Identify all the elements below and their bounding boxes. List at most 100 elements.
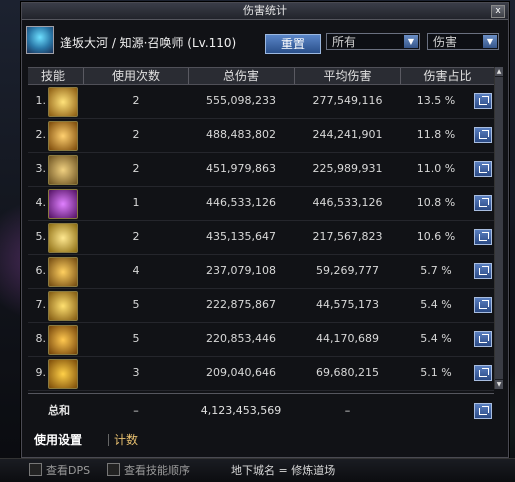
filter-select[interactable]: 所有 ▼ bbox=[326, 33, 420, 50]
close-button[interactable]: x bbox=[491, 5, 505, 18]
tab-usage-settings[interactable]: 使用设置 bbox=[34, 430, 94, 450]
cell-total: 488,483,802 bbox=[206, 128, 276, 141]
total-uses: – bbox=[133, 404, 139, 417]
dungeon-name: 地下城名 = 修炼道场 bbox=[231, 464, 336, 477]
cell-avg: 44,575,173 bbox=[316, 298, 379, 311]
cell-total: 220,853,446 bbox=[206, 332, 276, 345]
bottom-bar: 查看DPS 查看技能顺序 地下城名 = 修炼道场 bbox=[0, 458, 515, 482]
scroll-down-icon[interactable]: ▼ bbox=[495, 380, 503, 389]
cell-uses: 2 bbox=[132, 162, 140, 175]
window-titlebar[interactable]: 伤害统计 x bbox=[22, 3, 508, 20]
export-icon[interactable] bbox=[474, 263, 492, 279]
row-index: 2. bbox=[35, 128, 47, 141]
cell-total: 222,875,867 bbox=[206, 298, 276, 311]
show-dps-checkbox[interactable] bbox=[29, 463, 42, 476]
filter-select-value: 所有 bbox=[332, 35, 357, 49]
skill-icon bbox=[48, 257, 78, 287]
row-index: 5. bbox=[35, 230, 47, 243]
table-row[interactable]: 3. 2 451,979,863 225,989,931 11.0 % bbox=[28, 152, 494, 187]
cell-avg: 59,269,777 bbox=[316, 264, 379, 277]
chevron-down-icon: ▼ bbox=[404, 35, 418, 48]
tab-divider bbox=[108, 434, 109, 446]
show-order-checkbox[interactable] bbox=[107, 463, 120, 476]
skill-icon bbox=[48, 189, 78, 219]
table-row[interactable]: 1. 2 555,098,233 277,549,116 13.5 % bbox=[28, 84, 494, 119]
skill-rows: 1. 2 555,098,233 277,549,116 13.5 % 2. 2… bbox=[28, 84, 494, 391]
metric-select[interactable]: 伤害 ▼ bbox=[427, 33, 499, 50]
cell-pct: 10.6 % bbox=[416, 230, 456, 243]
total-avg: – bbox=[344, 404, 351, 417]
total-label: 总和 bbox=[48, 404, 70, 417]
cell-total: 435,135,647 bbox=[206, 230, 276, 243]
cell-total: 237,079,108 bbox=[206, 264, 276, 277]
cell-pct: 5.4 % bbox=[420, 298, 452, 311]
cell-total: 209,040,646 bbox=[206, 366, 276, 379]
cell-pct: 5.4 % bbox=[420, 332, 452, 345]
cell-total: 446,533,126 bbox=[206, 196, 276, 209]
total-row: 总和 – 4,123,453,569 – bbox=[28, 393, 494, 428]
chevron-down-icon: ▼ bbox=[483, 35, 497, 48]
cell-avg: 44,170,689 bbox=[316, 332, 379, 345]
cell-total: 555,098,233 bbox=[206, 94, 276, 107]
row-index: 7. bbox=[35, 298, 47, 311]
reset-button[interactable]: 重置 bbox=[265, 34, 321, 54]
cell-avg: 277,549,116 bbox=[312, 94, 383, 107]
export-icon[interactable] bbox=[474, 331, 492, 347]
export-icon[interactable] bbox=[474, 195, 492, 211]
scroll-up-icon[interactable]: ▲ bbox=[495, 67, 503, 76]
row-index: 4. bbox=[35, 196, 47, 209]
skill-icon bbox=[48, 325, 78, 355]
header-uses: 使用次数 bbox=[111, 69, 160, 83]
cell-uses: 2 bbox=[132, 94, 140, 107]
header-skill: 技能 bbox=[40, 69, 65, 83]
row-index: 6. bbox=[35, 264, 47, 277]
skill-icon bbox=[48, 359, 78, 389]
table-row[interactable]: 4. 1 446,533,126 446,533,126 10.8 % bbox=[28, 186, 494, 221]
row-index: 3. bbox=[35, 162, 47, 175]
scroll-thumb[interactable] bbox=[495, 77, 503, 379]
table-header: 技能 使用次数 总伤害 平均伤害 伤害占比 bbox=[28, 67, 494, 85]
cell-pct: 11.0 % bbox=[416, 162, 456, 175]
export-icon[interactable] bbox=[474, 93, 492, 109]
header-avg: 平均伤害 bbox=[323, 69, 372, 83]
skill-icon bbox=[48, 87, 78, 117]
table-row[interactable]: 8. 5 220,853,446 44,170,689 5.4 % bbox=[28, 322, 494, 357]
export-icon[interactable] bbox=[474, 127, 492, 143]
tab-bar: 使用设置 计数 bbox=[28, 428, 494, 450]
row-index: 1. bbox=[35, 94, 47, 107]
table-row[interactable]: 7. 5 222,875,867 44,575,173 5.4 % bbox=[28, 288, 494, 323]
table-row[interactable]: 5. 2 435,135,647 217,567,823 10.6 % bbox=[28, 220, 494, 255]
export-icon[interactable] bbox=[474, 229, 492, 245]
cell-uses: 1 bbox=[132, 196, 140, 209]
show-order-label: 查看技能顺序 bbox=[124, 464, 190, 477]
cell-avg: 446,533,126 bbox=[312, 196, 383, 209]
cell-pct: 5.7 % bbox=[420, 264, 452, 277]
export-icon[interactable] bbox=[474, 403, 492, 419]
cell-uses: 2 bbox=[132, 128, 140, 141]
export-icon[interactable] bbox=[474, 297, 492, 313]
table-row[interactable]: 9. 3 209,040,646 69,680,215 5.1 % bbox=[28, 356, 494, 391]
export-icon[interactable] bbox=[474, 161, 492, 177]
scrollbar[interactable]: ▲ ▼ bbox=[494, 67, 503, 389]
cell-pct: 11.8 % bbox=[416, 128, 456, 141]
tab-count[interactable]: 计数 bbox=[114, 430, 154, 450]
metric-select-value: 伤害 bbox=[433, 35, 458, 49]
avatar bbox=[26, 26, 54, 54]
header-total: 总伤害 bbox=[222, 69, 259, 83]
show-dps-label: 查看DPS bbox=[46, 464, 91, 477]
skill-icon bbox=[48, 291, 78, 321]
total-damage: 4,123,453,569 bbox=[200, 404, 282, 417]
cell-pct: 13.5 % bbox=[416, 94, 456, 107]
damage-stats-window: 伤害统计 x 逢坂大河 / 知源·召唤师 (Lv.110) 重置 所有 ▼ 伤害… bbox=[21, 2, 509, 458]
cell-avg: 225,989,931 bbox=[312, 162, 383, 175]
table-row[interactable]: 6. 4 237,079,108 59,269,777 5.7 % bbox=[28, 254, 494, 289]
table-row[interactable]: 2. 2 488,483,802 244,241,901 11.8 % bbox=[28, 118, 494, 153]
cell-uses: 3 bbox=[132, 366, 140, 379]
skill-icon bbox=[48, 121, 78, 151]
cell-avg: 244,241,901 bbox=[312, 128, 383, 141]
export-icon[interactable] bbox=[474, 365, 492, 381]
cell-pct: 5.1 % bbox=[420, 366, 452, 379]
skill-icon bbox=[48, 223, 78, 253]
cell-avg: 217,567,823 bbox=[312, 230, 383, 243]
header: 逢坂大河 / 知源·召唤师 (Lv.110) 重置 所有 ▼ 伤害 ▼ bbox=[22, 20, 508, 64]
